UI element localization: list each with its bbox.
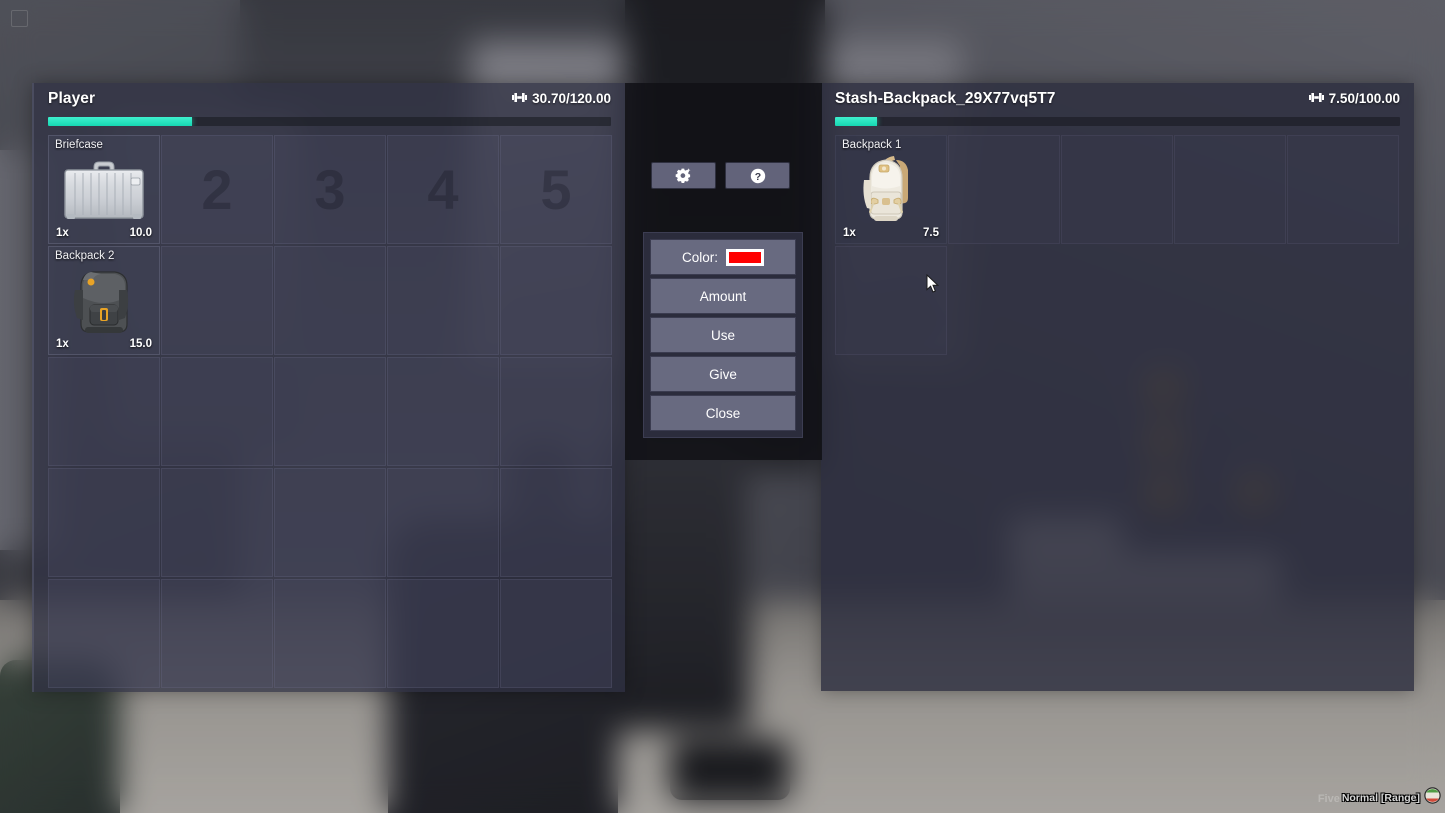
inventory-slot-empty[interactable] xyxy=(274,579,386,688)
context-menu-item-label: Give xyxy=(709,366,737,382)
inventory-slot-empty[interactable] xyxy=(835,246,947,355)
item-weight: 10.0 xyxy=(129,227,152,239)
player-weight-bar-fill xyxy=(48,117,193,126)
inventory-slot-filled[interactable]: Backpack 1 1x 7.5 xyxy=(835,135,947,244)
item-label: Backpack 1 xyxy=(842,139,902,151)
inventory-slot-empty[interactable]: 2 xyxy=(161,135,273,244)
inventory-slot-empty[interactable] xyxy=(387,246,499,355)
inventory-slot-empty[interactable] xyxy=(161,246,273,355)
slot-hotbar-number: 4 xyxy=(427,158,459,221)
inventory-slot-filled[interactable]: Backpack 2 1x 15.0 xyxy=(48,246,160,355)
inventory-slot-empty[interactable] xyxy=(274,468,386,577)
context-menu-item-label: Close xyxy=(705,405,741,421)
inventory-slot-empty[interactable] xyxy=(1061,135,1173,244)
inventory-slot-empty[interactable] xyxy=(387,468,499,577)
backpack-cream-art xyxy=(863,155,908,221)
recording-indicator-icon xyxy=(11,10,28,27)
stash-weight-text: 7.50/100.00 xyxy=(1328,91,1400,106)
inventory-slot-empty[interactable] xyxy=(161,468,273,577)
mouse-cursor xyxy=(926,273,940,299)
inventory-slot-empty[interactable] xyxy=(274,246,386,355)
settings-button[interactable] xyxy=(651,162,716,189)
player-panel-title: Player xyxy=(48,89,96,107)
stash-panel-header: Stash-Backpack_29X77vq5T7 7.50/100.00 xyxy=(821,83,1414,114)
inventory-slot-empty[interactable] xyxy=(1287,135,1399,244)
inventory-slot-empty[interactable] xyxy=(1174,135,1286,244)
player-weight-bar xyxy=(48,117,611,126)
context-menu-item-amount[interactable]: Amount xyxy=(650,278,796,314)
context-menu-item-label: Amount xyxy=(699,288,747,304)
slot-hotbar-number: 5 xyxy=(540,158,572,221)
voice-range-watermark: Normal [Range] xyxy=(1342,787,1441,809)
gear-sparkle-icon xyxy=(675,167,692,184)
player-weight-text: 30.70/120.00 xyxy=(532,91,611,106)
item-artwork xyxy=(836,150,946,229)
inventory-slot-empty[interactable] xyxy=(948,135,1060,244)
voice-range-icon xyxy=(1424,787,1441,809)
inventory-slot-filled[interactable]: Briefcase 1x 10.0 xyxy=(48,135,160,244)
item-count: 1x xyxy=(56,227,69,239)
inventory-slot-empty[interactable] xyxy=(500,357,612,466)
item-weight: 15.0 xyxy=(129,338,152,350)
briefcase-art xyxy=(64,161,144,219)
inventory-slot-empty[interactable] xyxy=(48,468,160,577)
inventory-slot-empty[interactable] xyxy=(500,579,612,688)
inventory-slot-empty[interactable] xyxy=(274,357,386,466)
context-menu-item-give[interactable]: Give xyxy=(650,356,796,392)
inventory-slot-empty[interactable]: 4 xyxy=(387,135,499,244)
slot-hotbar-number: 3 xyxy=(314,158,346,221)
context-menu-item-close[interactable]: Close xyxy=(650,395,796,431)
item-label: Briefcase xyxy=(55,139,103,151)
item-count: 1x xyxy=(56,338,69,350)
inventory-slot-empty[interactable] xyxy=(387,579,499,688)
player-inventory-panel: Player 30.70/120.00 Briefcase 1x 10.0 2 … xyxy=(32,83,625,692)
color-swatch[interactable] xyxy=(726,248,764,266)
inventory-slot-empty[interactable] xyxy=(500,468,612,577)
item-count: 1x xyxy=(843,227,856,239)
context-menu-item-label: Use xyxy=(710,327,735,343)
center-menu-column: ? Color: Amount Use Give Close xyxy=(625,83,822,460)
inventory-slot-empty[interactable] xyxy=(161,579,273,688)
item-artwork xyxy=(49,261,159,340)
stash-weight-readout: 7.50/100.00 xyxy=(1308,91,1400,107)
svg-text:?: ? xyxy=(754,170,760,182)
item-label: Backpack 2 xyxy=(55,250,115,262)
dumbbell-icon xyxy=(1308,91,1324,107)
stash-inventory-panel: Stash-Backpack_29X77vq5T7 7.50/100.00 Ba… xyxy=(821,83,1414,691)
inventory-slot-empty[interactable] xyxy=(161,357,273,466)
player-slot-grid[interactable]: Briefcase 1x 10.0 2 3 4 5 Backpack 2 1x … xyxy=(48,135,614,688)
toolbar-icon-row: ? xyxy=(651,162,790,189)
inventory-slot-empty[interactable]: 5 xyxy=(500,135,612,244)
inventory-slot-empty[interactable] xyxy=(500,246,612,355)
question-circle-icon: ? xyxy=(750,168,766,184)
context-menu-item-use[interactable]: Use xyxy=(650,317,796,353)
dumbbell-icon xyxy=(512,91,528,107)
context-menu-item-color[interactable]: Color: xyxy=(650,239,796,275)
slot-hotbar-number: 2 xyxy=(201,158,233,221)
inventory-slot-empty[interactable] xyxy=(387,357,499,466)
stash-weight-bar xyxy=(835,117,1400,126)
voice-range-label: Normal [Range] xyxy=(1341,792,1420,804)
stash-slot-grid[interactable]: Backpack 1 1x 7.5 xyxy=(835,135,1401,355)
context-menu-item-label: Color: xyxy=(681,249,718,265)
player-weight-readout: 30.70/120.00 xyxy=(512,91,611,107)
player-panel-header: Player 30.70/120.00 xyxy=(34,83,625,114)
backpack-dark-art xyxy=(73,270,129,333)
item-weight: 7.5 xyxy=(923,227,939,239)
stash-panel-title: Stash-Backpack_29X77vq5T7 xyxy=(835,89,1056,107)
item-artwork xyxy=(49,150,159,229)
inventory-slot-empty[interactable] xyxy=(48,357,160,466)
inventory-slot-empty[interactable]: 3 xyxy=(274,135,386,244)
stash-weight-bar-fill xyxy=(835,117,878,126)
inventory-slot-empty[interactable] xyxy=(48,579,160,688)
help-button[interactable]: ? xyxy=(725,162,790,189)
item-context-menu: Color: Amount Use Give Close xyxy=(643,232,803,438)
